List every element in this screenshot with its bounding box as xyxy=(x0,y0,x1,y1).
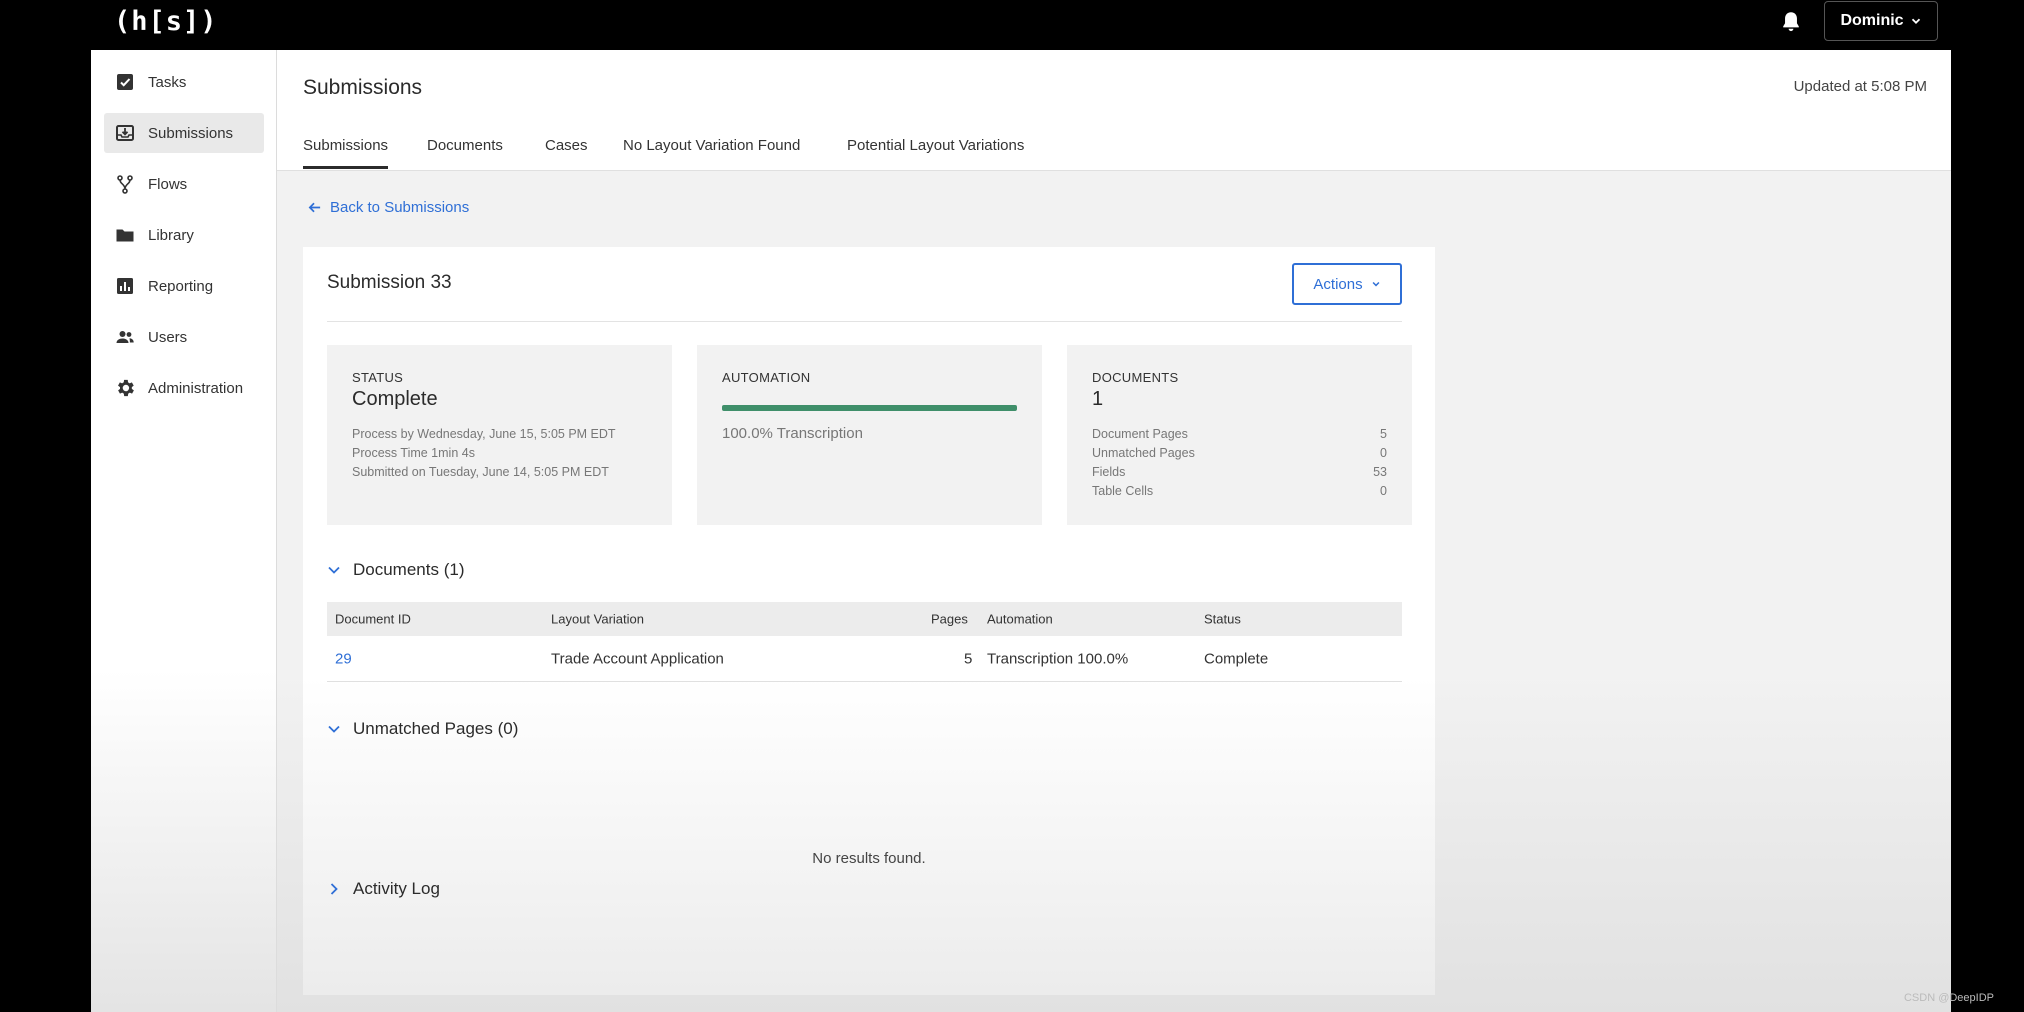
documents-panel: DOCUMENTS 1 Document Pages 5 Unmatched P… xyxy=(1067,345,1412,525)
automation-text: 100.0% Transcription xyxy=(722,425,863,442)
automation-label: AUTOMATION xyxy=(722,370,811,385)
chevron-down-icon xyxy=(1911,18,1920,24)
sidebar-item-reporting[interactable]: Reporting xyxy=(104,266,264,306)
stat-row-document-pages: Document Pages 5 xyxy=(1092,427,1387,441)
page-title: Submissions xyxy=(303,76,423,99)
column-header-layout-variation[interactable]: Layout Variation xyxy=(551,612,644,627)
status-value: Complete xyxy=(352,388,438,410)
stat-row-name: Document Pages xyxy=(1092,427,1188,441)
status-panel: STATUS Complete Process by Wednesday, Ju… xyxy=(327,345,672,525)
table-row[interactable]: 29 Trade Account Application 5 Transcrip… xyxy=(327,636,1402,682)
submitted-on-text: Submitted on Tuesday, June 14, 5:05 PM E… xyxy=(352,465,609,479)
documents-section-title: Documents (1) xyxy=(353,560,465,579)
submissions-icon xyxy=(114,122,136,144)
user-name: Dominic xyxy=(1840,12,1904,29)
pages-cell: 5 xyxy=(964,650,973,667)
stat-row-table-cells: Table Cells 0 xyxy=(1092,484,1387,498)
automation-progress-bar xyxy=(722,405,1017,411)
sidebar-item-label: Library xyxy=(148,226,194,244)
column-header-document-id[interactable]: Document ID xyxy=(335,612,411,627)
process-by-text: Process by Wednesday, June 15, 5:05 PM E… xyxy=(352,427,616,441)
chevron-down-icon xyxy=(1372,281,1380,287)
arrow-left-icon xyxy=(308,202,321,213)
automation-cell: Transcription 100.0% xyxy=(987,650,1129,667)
submission-title: Submission 33 xyxy=(327,272,452,293)
updated-timestamp: Updated at 5:08 PM xyxy=(1793,78,1927,95)
top-bar: (h[s]) Dominic xyxy=(0,0,2024,50)
sidebar-item-label: Administration xyxy=(148,379,244,397)
documents-table: Document ID Layout Variation Pages Autom… xyxy=(327,602,1402,682)
automation-panel: AUTOMATION 100.0% Transcription xyxy=(697,345,1042,525)
stat-row-value: 5 xyxy=(1380,427,1387,441)
sidebar-item-administration[interactable]: Administration xyxy=(104,368,264,408)
process-time-text: Process Time 1min 4s xyxy=(352,446,475,460)
sidebar-item-flows[interactable]: Flows xyxy=(104,164,264,204)
tab-submissions[interactable]: Submissions xyxy=(303,137,389,169)
sidebar-item-label: Flows xyxy=(148,175,188,193)
status-cell: Complete xyxy=(1204,650,1269,667)
stat-row-value: 0 xyxy=(1380,484,1387,498)
actions-label: Actions xyxy=(1313,275,1363,293)
sidebar-item-label: Submissions xyxy=(148,124,234,142)
gear-icon xyxy=(114,377,136,399)
sidebar-item-library[interactable]: Library xyxy=(104,215,264,255)
sidebar-item-label: Tasks xyxy=(148,73,187,91)
folder-icon xyxy=(114,224,136,246)
tab-no-layout-variation-found[interactable]: No Layout Variation Found xyxy=(623,137,800,169)
back-link-label: Back to Submissions xyxy=(330,199,470,216)
stat-row-value: 0 xyxy=(1380,446,1387,460)
stat-row-unmatched-pages: Unmatched Pages 0 xyxy=(1092,446,1387,460)
actions-button[interactable]: Actions xyxy=(1292,263,1402,305)
table-header: Document ID Layout Variation Pages Autom… xyxy=(327,602,1402,636)
flows-icon xyxy=(114,173,136,195)
tasks-icon xyxy=(114,71,136,93)
tab-potential-layout-variations[interactable]: Potential Layout Variations xyxy=(847,137,1024,169)
column-header-pages[interactable]: Pages xyxy=(931,612,968,627)
document-id-link[interactable]: 29 xyxy=(335,650,352,667)
stat-row-value: 53 xyxy=(1373,465,1387,479)
documents-label: DOCUMENTS xyxy=(1092,370,1179,385)
stat-row-name: Unmatched Pages xyxy=(1092,446,1195,460)
column-header-automation[interactable]: Automation xyxy=(987,612,1053,627)
layout-variation-cell: Trade Account Application xyxy=(551,650,724,667)
unmatched-pages-section-toggle[interactable]: Unmatched Pages (0) xyxy=(327,719,518,739)
tab-documents[interactable]: Documents xyxy=(427,137,503,169)
submission-card: Submission 33 Actions STATUS Complete Pr… xyxy=(303,247,1435,995)
users-icon xyxy=(114,326,136,348)
sidebar-item-users[interactable]: Users xyxy=(104,317,264,357)
user-menu-button[interactable]: Dominic xyxy=(1824,1,1938,41)
sidebar-item-tasks[interactable]: Tasks xyxy=(104,62,264,102)
stat-row-name: Fields xyxy=(1092,465,1126,479)
chevron-down-icon xyxy=(328,566,340,574)
watermark: CSDN @DeepIDP xyxy=(1903,992,1994,1004)
stat-row-name: Table Cells xyxy=(1092,484,1154,498)
tab-cases[interactable]: Cases xyxy=(545,137,588,169)
status-label: STATUS xyxy=(352,370,404,385)
chevron-right-icon xyxy=(330,883,338,895)
logo[interactable]: (h[s]) xyxy=(114,6,218,37)
app-frame: Tasks Submissions Flows Library Reportin… xyxy=(91,50,1951,1012)
activity-log-section-title: Activity Log xyxy=(353,879,440,898)
unmatched-pages-section-title: Unmatched Pages (0) xyxy=(353,719,519,738)
stat-row-fields: Fields 53 xyxy=(1092,465,1387,479)
column-header-status[interactable]: Status xyxy=(1204,612,1241,627)
sidebar-item-label: Users xyxy=(148,328,188,346)
sidebar-item-submissions[interactable]: Submissions xyxy=(104,113,264,153)
documents-count: 1 xyxy=(1092,388,1104,410)
no-results-message: No results found. xyxy=(812,850,926,867)
chevron-down-icon xyxy=(328,725,340,733)
sidebar: Tasks Submissions Flows Library Reportin… xyxy=(91,50,277,1012)
bell-icon[interactable] xyxy=(1778,9,1804,35)
divider xyxy=(327,321,1402,322)
back-to-submissions-link[interactable]: Back to Submissions xyxy=(307,199,469,216)
documents-section-toggle[interactable]: Documents (1) xyxy=(327,560,464,580)
page-header: Submissions Updated at 5:08 PM Submissio… xyxy=(277,50,1951,171)
sidebar-item-label: Reporting xyxy=(148,277,214,295)
chart-icon xyxy=(114,275,136,297)
activity-log-section-toggle[interactable]: Activity Log xyxy=(327,879,440,899)
